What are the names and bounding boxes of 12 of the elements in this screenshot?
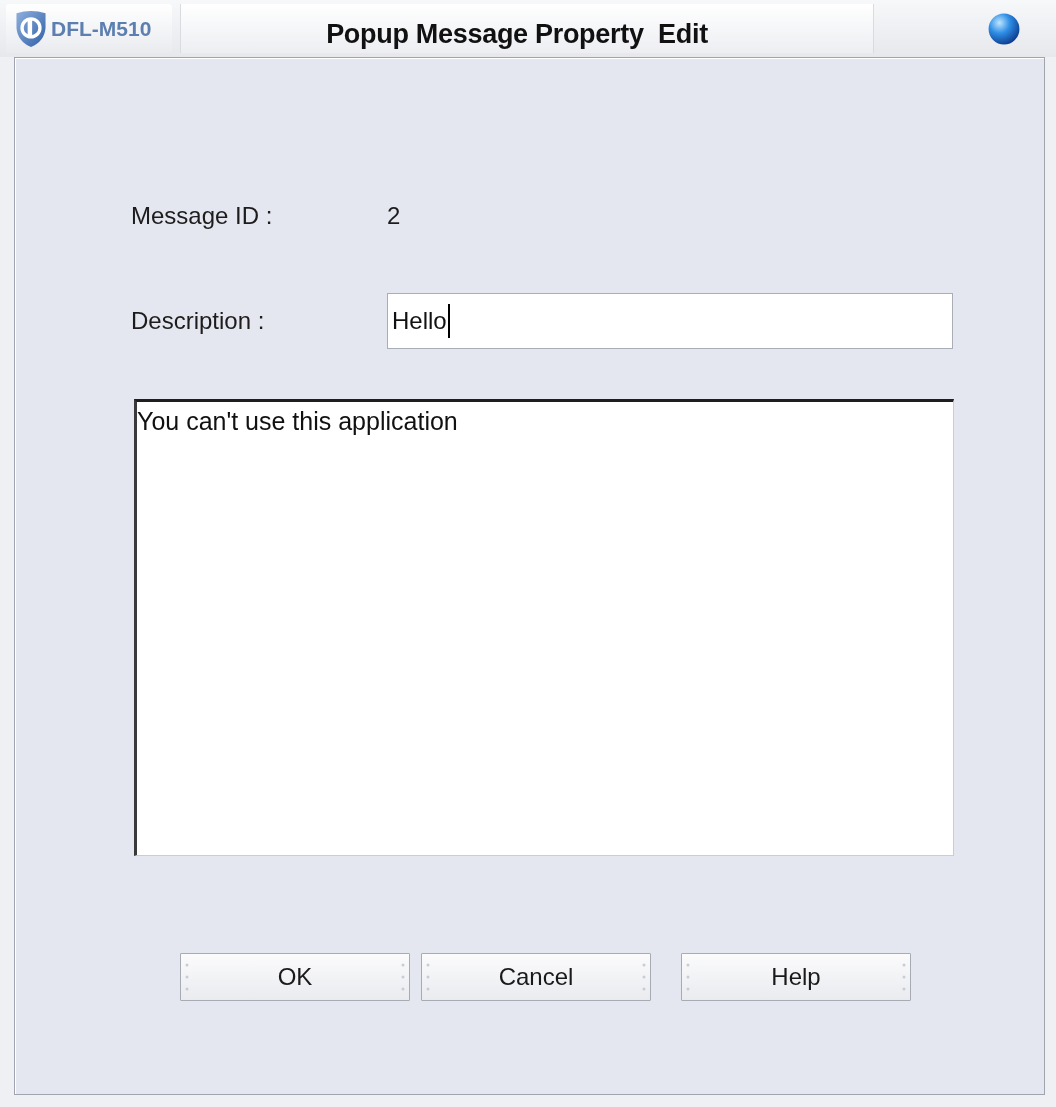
field-label: Description : — [131, 307, 265, 335]
brand-name: DFL-M510 — [51, 16, 152, 41]
description-input-field[interactable]: Hello — [387, 293, 953, 349]
dialog-button[interactable]: Help — [681, 953, 911, 1001]
field-label: Message ID : — [131, 202, 273, 230]
shield-logo-icon — [14, 9, 48, 48]
message-id-value: 2 — [387, 202, 401, 230]
window-title: Popup Message Property Edit — [326, 19, 708, 50]
dialog-button[interactable]: OK — [180, 953, 410, 1001]
message-text-area[interactable]: You can't use this application — [134, 399, 954, 856]
dialog-button[interactable]: Cancel — [421, 953, 651, 1001]
glossy-sphere-icon[interactable] — [988, 12, 1020, 45]
